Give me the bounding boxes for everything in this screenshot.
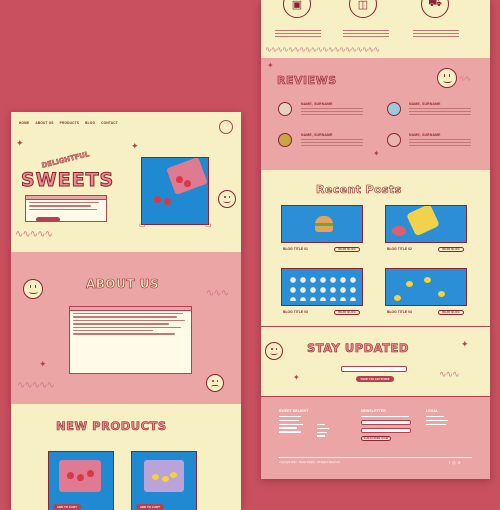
nav-home[interactable]: HOME: [19, 121, 29, 125]
landing-page-left: HOME ABOUT US PRODUCTS BLOG CONTACT ✦ ✦ …: [11, 112, 241, 510]
footer-name-input[interactable]: [361, 427, 411, 433]
hero-kicker: DELIGHTFUL: [40, 150, 91, 170]
add-to-cart-button[interactable]: ADD TO CART: [136, 504, 164, 510]
delivery-truck-icon: ⛟: [421, 0, 449, 18]
footer-copyright: Copyright 2023 · Sweet Delight · All Rig…: [279, 461, 340, 464]
squiggle-decoration: ∿∿: [459, 74, 471, 83]
newsletter-section: [261, 326, 490, 396]
sparkle-icon: ✦: [267, 61, 274, 70]
footer-brand: SWEET DELIGHT: [279, 409, 309, 413]
footer-legal-column: LEGAL: [426, 409, 476, 427]
social-icons: f ◎ ✕: [449, 460, 461, 465]
smiley-icon: [265, 342, 283, 360]
reviewer-avatar: [278, 102, 292, 116]
blog-post-image[interactable]: [281, 205, 363, 243]
newsletter-title: STAY UPDATED: [307, 341, 409, 356]
nav-products[interactable]: PRODUCTS: [60, 121, 80, 125]
blog-title: BLOG TITLE 02: [387, 247, 412, 251]
landing-page-right: ▣ ◫ ⛟ ∿∿∿∿∿∿∿∿∿∿∿∿∿∿∿∿∿∿∿∿ ✦ REVIEWS ∿∿ …: [261, 0, 490, 479]
blog-post-image[interactable]: [281, 268, 363, 306]
smiley-icon: [437, 68, 457, 88]
newsletter-email-input[interactable]: [341, 366, 407, 372]
blog-title: BLOG TITLE 03: [283, 310, 308, 314]
reviewer-avatar: [387, 102, 401, 116]
twitter-icon[interactable]: ✕: [458, 460, 461, 465]
mockup-stage: HOME ABOUT US PRODUCTS BLOG CONTACT ✦ ✦ …: [0, 0, 500, 510]
logo-badge-icon[interactable]: [219, 120, 233, 134]
read-blog-button[interactable]: READ BLOG: [438, 310, 464, 315]
about-text-window: [69, 306, 192, 374]
blog-post-image[interactable]: [385, 205, 467, 243]
read-blog-button[interactable]: READ BLOG: [438, 247, 464, 252]
top-nav: HOME ABOUT US PRODUCTS BLOG CONTACT: [19, 121, 118, 125]
reviewer-avatar: [278, 133, 292, 147]
folder-icon: ▭: [139, 222, 146, 229]
product-card-lemon[interactable]: [131, 451, 197, 510]
reviews-title: REVIEWS: [277, 74, 337, 88]
footer-newsletter-column: NEWSLETTER SUBSCRIBE NOW: [361, 409, 421, 443]
reviewer-name: NAME, SURNAME: [301, 133, 333, 137]
sparkle-icon: ✦: [131, 141, 139, 151]
instagram-icon[interactable]: ◎: [452, 460, 456, 465]
product-card-strawberry[interactable]: [48, 451, 114, 510]
squiggle-decoration: ∿∿∿∿∿: [15, 229, 53, 240]
squiggle-decoration: ∿∿∿: [439, 370, 460, 380]
footer: SWEET DELIGHT NEWSLETTER SUBSCRIBE NOW L…: [261, 396, 490, 479]
squiggle-decoration: ∿∿∿∿∿∿∿∿∿∿∿∿∿∿∿∿∿∿∿∿: [265, 45, 380, 54]
squiggle-decoration: ∿∿∿∿∿: [17, 380, 55, 391]
smiley-icon: [23, 279, 43, 299]
nav-contact[interactable]: CONTACT: [101, 121, 118, 125]
sparkle-icon: ✦: [293, 373, 300, 382]
reviewer-name: NAME, SURNAME: [301, 102, 333, 106]
squiggle-decoration: ∿∿∿: [206, 288, 229, 299]
footer-divider: [279, 457, 472, 458]
subscribe-button[interactable]: SUBSCRIBE NOW: [361, 435, 391, 441]
recent-posts-title: Recent Posts: [316, 183, 402, 197]
read-blog-button[interactable]: READ BLOG: [334, 310, 360, 315]
reviewer-name: NAME, SURNAME: [409, 102, 441, 106]
sparkle-icon: ✦: [39, 359, 47, 369]
smiley-icon: [218, 190, 236, 208]
products-title: NEW PRODUCTS: [56, 419, 167, 434]
footer-email-input[interactable]: [361, 420, 411, 426]
add-to-cart-button[interactable]: ADD TO CART: [53, 504, 81, 510]
facebook-icon[interactable]: f: [449, 460, 450, 465]
nav-blog[interactable]: BLOG: [85, 121, 95, 125]
hero-product-photo: [141, 157, 209, 225]
hero-title: SWEETS: [20, 169, 115, 192]
footer-legal-heading: LEGAL: [426, 409, 439, 413]
reviewer-name: NAME, SURNAME: [409, 133, 441, 137]
blog-post-image[interactable]: [385, 268, 467, 306]
footer-brand-column: SWEET DELIGHT: [279, 409, 349, 435]
about-title: ABOUT US: [86, 277, 160, 292]
reviewer-avatar: [387, 133, 401, 147]
package-icon: ◫: [349, 0, 377, 18]
gift-box-icon: ▣: [283, 0, 311, 18]
nav-about[interactable]: ABOUT US: [35, 121, 53, 125]
sparkle-icon: ✦: [461, 339, 469, 349]
folder-icon: ▭: [205, 222, 212, 229]
sparkle-icon: ✦: [16, 138, 24, 148]
blog-title: BLOG TITLE 04: [387, 310, 412, 314]
window-titlebar: [26, 196, 106, 200]
read-blog-button[interactable]: READ BLOG: [334, 247, 360, 252]
sparkle-icon: ✦: [373, 149, 380, 158]
hero-cta-button[interactable]: [36, 217, 60, 222]
footer-newsletter-heading: NEWSLETTER: [361, 409, 386, 413]
view-collections-button[interactable]: VIEW COLLECTIONS: [356, 376, 394, 382]
sad-face-icon: [206, 374, 224, 392]
blog-title: BLOG TITLE 01: [283, 247, 308, 251]
